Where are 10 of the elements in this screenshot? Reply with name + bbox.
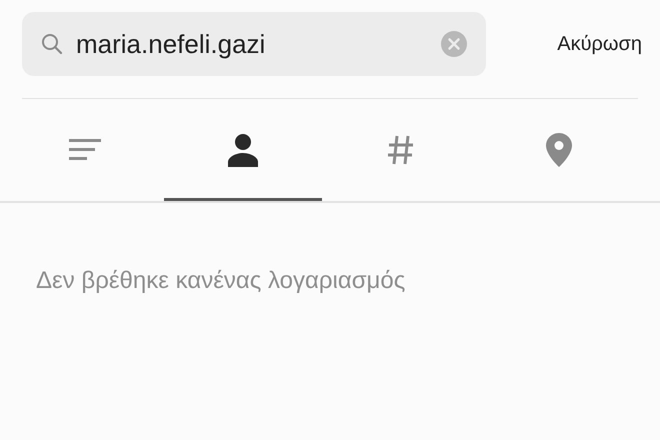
location-pin-icon (546, 132, 572, 166)
search-field[interactable]: maria.nefeli.gazi (22, 12, 486, 76)
empty-message: Δεν βρέθηκε κανένας λογαριασμός (36, 266, 406, 296)
person-icon (227, 132, 259, 166)
search-query: maria.nefeli.gazi (76, 28, 266, 60)
hashtag-icon (387, 134, 415, 166)
clear-icon[interactable] (440, 30, 468, 58)
cancel-button[interactable]: Ακύρωση (557, 29, 642, 59)
search-icon (40, 32, 64, 56)
lines-icon (69, 136, 101, 162)
